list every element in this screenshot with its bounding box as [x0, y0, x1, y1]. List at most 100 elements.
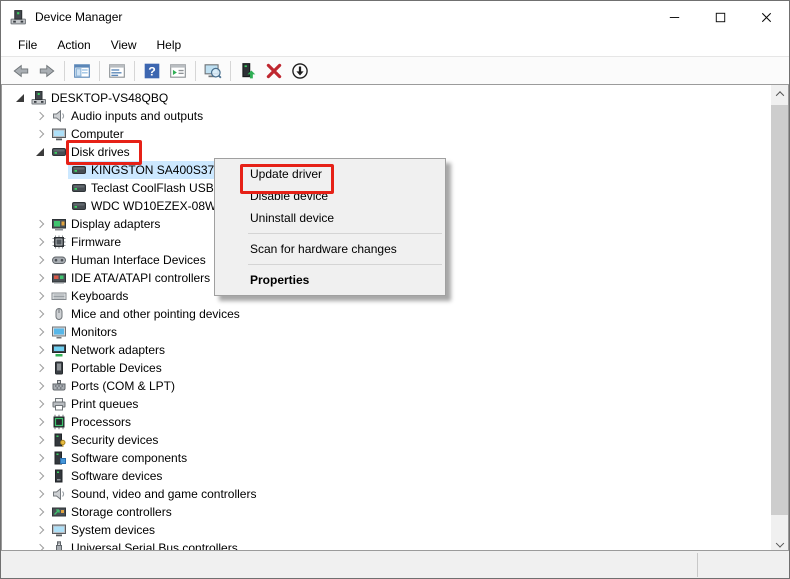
tree-item-body[interactable]: Ports (COM & LPT)	[48, 377, 180, 395]
expand-chevron-icon[interactable]	[32, 396, 48, 412]
tree-item-body[interactable]: Keyboards	[48, 287, 133, 305]
uninstall-device-button[interactable]	[261, 59, 287, 83]
tree-item-body[interactable]: Sound, video and game controllers	[48, 485, 261, 503]
tree-item[interactable]: Storage controllers	[2, 503, 771, 521]
disable-device-button[interactable]	[287, 59, 313, 83]
update-driver-button[interactable]	[235, 59, 261, 83]
close-button[interactable]	[743, 1, 789, 33]
expand-chevron-icon[interactable]	[32, 450, 48, 466]
tree-item[interactable]: Print queues	[2, 395, 771, 413]
close-icon	[759, 10, 774, 25]
expand-chevron-icon[interactable]	[32, 270, 48, 286]
show-console-window-button[interactable]	[69, 59, 95, 83]
expand-chevron-icon[interactable]	[32, 108, 48, 124]
tree-item[interactable]: Monitors	[2, 323, 771, 341]
tree-item-body[interactable]: Processors	[48, 413, 136, 431]
tree-item-body[interactable]: Software components	[48, 449, 192, 467]
tree-item-body[interactable]: Universal Serial Bus controllers	[48, 539, 243, 550]
tree-item-body[interactable]: DESKTOP-VS48QBQ	[28, 89, 173, 107]
expand-chevron-icon[interactable]	[32, 504, 48, 520]
help-menu[interactable]: Help	[147, 35, 192, 55]
expand-chevron-icon[interactable]	[52, 198, 68, 214]
tree-item-label: IDE ATA/ATAPI controllers	[71, 271, 211, 285]
expand-chevron-icon[interactable]	[32, 522, 48, 538]
tree-item-body[interactable]: Audio inputs and outputs	[48, 107, 208, 125]
minimize-button[interactable]	[651, 1, 697, 33]
expand-chevron-icon[interactable]	[32, 540, 48, 550]
network-adapter-icon	[51, 342, 67, 358]
software-device-icon	[51, 468, 67, 484]
disk-drive-icon	[51, 144, 67, 160]
expand-chevron-icon[interactable]	[32, 144, 48, 160]
expand-chevron-icon[interactable]	[32, 216, 48, 232]
computer-icon	[51, 126, 67, 142]
scroll-up-button[interactable]	[771, 85, 788, 102]
tree-item-label: Computer	[71, 127, 124, 141]
tree-item[interactable]: Software devices	[2, 467, 771, 485]
menu-item-uninstall-device[interactable]: Uninstall device	[215, 207, 445, 229]
expand-chevron-icon[interactable]	[32, 342, 48, 358]
view-menu[interactable]: View	[101, 35, 147, 55]
tree-item-body[interactable]: Display adapters	[48, 215, 165, 233]
back-button[interactable]	[8, 59, 34, 83]
show-hide-console-tree-button[interactable]	[165, 59, 191, 83]
action-menu[interactable]: Action	[47, 35, 100, 55]
expand-chevron-icon[interactable]	[32, 414, 48, 430]
tree-item-body[interactable]: Human Interface Devices	[48, 251, 211, 269]
vertical-scrollbar[interactable]	[771, 85, 788, 550]
back-icon	[12, 62, 30, 80]
tree-item[interactable]: DESKTOP-VS48QBQ	[2, 89, 771, 107]
scroll-down-button[interactable]	[771, 533, 788, 550]
tree-item-body[interactable]: Security devices	[48, 431, 163, 449]
expand-chevron-icon[interactable]	[32, 360, 48, 376]
expand-chevron-icon[interactable]	[32, 252, 48, 268]
tree-item[interactable]: Portable Devices	[2, 359, 771, 377]
keyboard-icon	[51, 288, 67, 304]
tree-item[interactable]: Ports (COM & LPT)	[2, 377, 771, 395]
expand-chevron-icon[interactable]	[32, 126, 48, 142]
expand-chevron-icon[interactable]	[32, 306, 48, 322]
expand-chevron-icon[interactable]	[52, 180, 68, 196]
scrollbar-thumb[interactable]	[771, 105, 788, 515]
tree-item[interactable]: Sound, video and game controllers	[2, 485, 771, 503]
expand-chevron-icon[interactable]	[12, 90, 28, 106]
tree-item[interactable]: System devices	[2, 521, 771, 539]
forward-icon	[38, 62, 56, 80]
tree-item-body[interactable]: Mice and other pointing devices	[48, 305, 245, 323]
tree-item-body[interactable]: Storage controllers	[48, 503, 177, 521]
file-menu[interactable]: File	[8, 35, 47, 55]
menu-item-properties[interactable]: Properties	[215, 269, 445, 291]
tree-item-body[interactable]: Software devices	[48, 467, 167, 485]
expand-chevron-icon[interactable]	[32, 486, 48, 502]
scan-hardware-changes-button[interactable]	[200, 59, 226, 83]
expand-chevron-icon[interactable]	[32, 378, 48, 394]
menu-item-scan-hardware-changes[interactable]: Scan for hardware changes	[215, 238, 445, 260]
tree-item[interactable]: Network adapters	[2, 341, 771, 359]
tree-item-body[interactable]: Portable Devices	[48, 359, 167, 377]
tree-item-body[interactable]: Network adapters	[48, 341, 170, 359]
expand-chevron-icon[interactable]	[32, 288, 48, 304]
tree-item-body[interactable]: System devices	[48, 521, 160, 539]
device-manager-window: Device Manager File Action View Help DES…	[0, 0, 790, 579]
tree-item[interactable]: Audio inputs and outputs	[2, 107, 771, 125]
expand-chevron-icon[interactable]	[32, 234, 48, 250]
tree-item-body[interactable]: IDE ATA/ATAPI controllers	[48, 269, 215, 287]
expand-chevron-icon[interactable]	[32, 324, 48, 340]
mouse-icon	[51, 306, 67, 322]
security-device-icon	[51, 432, 67, 448]
expand-chevron-icon[interactable]	[32, 432, 48, 448]
forward-button[interactable]	[34, 59, 60, 83]
expand-chevron-icon[interactable]	[32, 468, 48, 484]
help-button[interactable]	[139, 59, 165, 83]
tree-item[interactable]: Universal Serial Bus controllers	[2, 539, 771, 550]
tree-item[interactable]: Mice and other pointing devices	[2, 305, 771, 323]
tree-item[interactable]: Software components	[2, 449, 771, 467]
tree-item[interactable]: Processors	[2, 413, 771, 431]
tree-item-body[interactable]: Monitors	[48, 323, 122, 341]
tree-item-body[interactable]: Print queues	[48, 395, 143, 413]
tree-item-body[interactable]: Firmware	[48, 233, 126, 251]
maximize-button[interactable]	[697, 1, 743, 33]
tree-item[interactable]: Security devices	[2, 431, 771, 449]
properties-button[interactable]	[104, 59, 130, 83]
status-bar-divider	[697, 553, 698, 577]
